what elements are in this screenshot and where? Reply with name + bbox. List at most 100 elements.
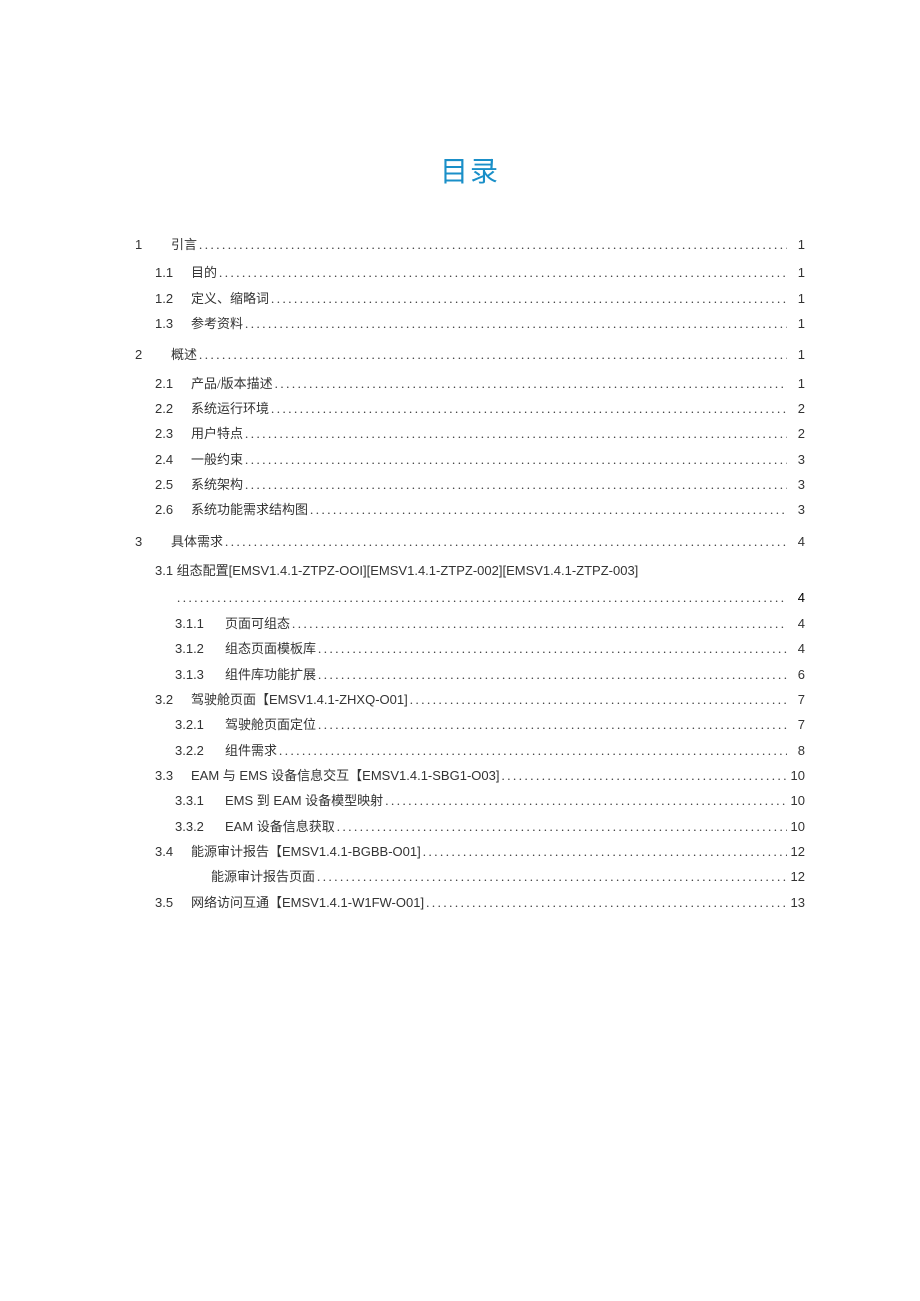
toc-page-number: 12	[789, 839, 805, 864]
toc-entry[interactable]: 1.3参考资料1	[155, 311, 805, 336]
toc-entry[interactable]: 1.2定义、缩略词1	[155, 286, 805, 311]
toc-text: 组件库功能扩展	[225, 662, 316, 687]
toc-text: 用户特点	[191, 421, 243, 446]
toc-entry[interactable]: 3.1.2组态页面模板库4	[175, 636, 805, 661]
toc-number: 2.2	[155, 396, 191, 421]
toc-page-number: 8	[789, 738, 805, 763]
toc-text: 引言	[171, 232, 197, 257]
toc-page-number: 10	[789, 788, 805, 813]
toc-number: 3.2.2	[175, 738, 225, 763]
toc-number: 3.1.1	[175, 611, 225, 636]
toc-entry[interactable]: 3.1.1页面可组态4	[175, 611, 805, 636]
toc-page-number: 1	[789, 286, 805, 311]
toc-page-number: 1	[789, 232, 805, 257]
toc-leader-dots	[177, 585, 787, 610]
toc-page-number: 10	[789, 814, 805, 839]
toc-entry[interactable]: 3.4能源审计报告【EMSV1.4.1-BGBB-O01] 12	[155, 839, 805, 864]
toc-leader-dots	[318, 636, 787, 661]
toc-page-number: 4	[789, 636, 805, 661]
toc-entry[interactable]: 3.2.2组件需求8	[175, 738, 805, 763]
toc-page-number: 7	[789, 712, 805, 737]
toc-leader-dots	[271, 396, 787, 421]
toc-leader-dots	[310, 497, 787, 522]
toc-leader-dots	[423, 839, 787, 864]
toc-leader-dots	[279, 738, 787, 763]
toc-leader-dots	[225, 529, 787, 554]
toc-entry[interactable]: 3.1 组态配置[EMSV1.4.1-ZTPZ-OOI][EMSV1.4.1-Z…	[155, 558, 805, 583]
toc-number: 3.2.1	[175, 712, 225, 737]
toc-text: 组态页面模板库	[225, 636, 316, 661]
toc-leader-dots	[317, 864, 787, 889]
toc-leader-dots	[385, 788, 787, 813]
toc-number: 3.2	[155, 687, 191, 712]
toc-leader-dots	[245, 311, 787, 336]
toc-leader-dots	[318, 712, 787, 737]
toc-container: 1引言11.1目的11.2定义、缩略词11.3参考资料12概述12.1产品/版本…	[135, 232, 805, 915]
toc-number: 1	[135, 232, 171, 257]
toc-page-number: 2	[789, 396, 805, 421]
toc-page-number: 4	[789, 611, 805, 636]
toc-number: 3.3	[155, 763, 191, 788]
toc-text: 系统架构	[191, 472, 243, 497]
toc-number: 1.1	[155, 260, 191, 285]
toc-text: EMS 到 EAM 设备模型映射	[225, 788, 383, 813]
toc-entry[interactable]: 3.2驾驶舱页面【EMSV1.4.1-ZHXQ-O01]7	[155, 687, 805, 712]
toc-leader-dots	[199, 342, 787, 367]
toc-leader-dots	[199, 232, 787, 257]
toc-text: 产品/版本描述	[191, 371, 273, 396]
toc-text: EAM 与 EMS 设备信息交互【EMSV1.4.1-SBG1-O03]	[191, 763, 499, 788]
toc-entry[interactable]: 3具体需求 4	[135, 529, 805, 554]
toc-leader-dots	[292, 611, 787, 636]
toc-number: 3.3.1	[175, 788, 225, 813]
toc-leader-dots	[410, 687, 787, 712]
toc-entry[interactable]: 2.1产品/版本描述 1	[155, 371, 805, 396]
toc-entry[interactable]: 3.3EAM 与 EMS 设备信息交互【EMSV1.4.1-SBG1-O03] 1…	[155, 763, 805, 788]
toc-text: 网络访问互通【EMSV1.4.1-W1FW-O01]	[191, 890, 424, 915]
toc-entry[interactable]: 1.1目的1	[155, 260, 805, 285]
toc-page-number: 4	[789, 529, 805, 554]
toc-number: 1.3	[155, 311, 191, 336]
toc-entry[interactable]: 能源审计报告页面12	[175, 864, 805, 889]
toc-entry[interactable]: 3.5网络访问互通【EMSV1.4.1-W1FW-O01]13	[155, 890, 805, 915]
toc-text: 能源审计报告页面	[211, 864, 315, 889]
toc-number: 2	[135, 342, 171, 367]
toc-entry[interactable]: 2.6系统功能需求结构图3	[155, 497, 805, 522]
toc-entry[interactable]: 3.1.3组件库功能扩展6	[175, 662, 805, 687]
toc-page-number: 2	[789, 421, 805, 446]
toc-leader-dots	[271, 286, 787, 311]
toc-entry[interactable]: 2.2系统运行环境 2	[155, 396, 805, 421]
toc-number: 2.1	[155, 371, 191, 396]
toc-leader-dots	[245, 447, 787, 472]
toc-text: 一般约束	[191, 447, 243, 472]
toc-entry[interactable]: 3.3.2EAM 设备信息获取10	[175, 814, 805, 839]
toc-entry[interactable]: 2.4一般约束 3	[155, 447, 805, 472]
toc-page-number: 3	[789, 497, 805, 522]
toc-leader-dots	[426, 890, 787, 915]
toc-entry[interactable]: 2概述 1	[135, 342, 805, 367]
toc-text: 系统运行环境	[191, 396, 269, 421]
toc-entry-continuation: 4	[175, 585, 805, 610]
toc-entry[interactable]: 3.2.1驾驶舱页面定位 7	[175, 712, 805, 737]
toc-text: 具体需求	[171, 529, 223, 554]
toc-page-number: 13	[789, 890, 805, 915]
toc-entry[interactable]: 3.3.1EMS 到 EAM 设备模型映射 10	[175, 788, 805, 813]
toc-page-number: 6	[789, 662, 805, 687]
toc-page-number: 1	[789, 371, 805, 396]
toc-leader-dots	[245, 472, 787, 497]
toc-number: 2.4	[155, 447, 191, 472]
toc-number: 3	[135, 529, 171, 554]
toc-page-number: 10	[789, 763, 805, 788]
toc-entry[interactable]: 2.3用户特点2	[155, 421, 805, 446]
toc-page-number: 7	[789, 687, 805, 712]
toc-entry[interactable]: 1引言1	[135, 232, 805, 257]
document-page: 目录 1引言11.1目的11.2定义、缩略词11.3参考资料12概述12.1产品…	[0, 0, 920, 915]
toc-text: 驾驶舱页面定位	[225, 712, 316, 737]
toc-page-number: 3	[789, 447, 805, 472]
toc-text: 能源审计报告【EMSV1.4.1-BGBB-O01]	[191, 839, 421, 864]
toc-text: 概述	[171, 342, 197, 367]
toc-page-number: 3	[789, 472, 805, 497]
toc-number: 3.4	[155, 839, 191, 864]
toc-page-number: 4	[789, 585, 805, 610]
toc-entry[interactable]: 2.5系统架构3	[155, 472, 805, 497]
toc-page-number: 1	[789, 342, 805, 367]
